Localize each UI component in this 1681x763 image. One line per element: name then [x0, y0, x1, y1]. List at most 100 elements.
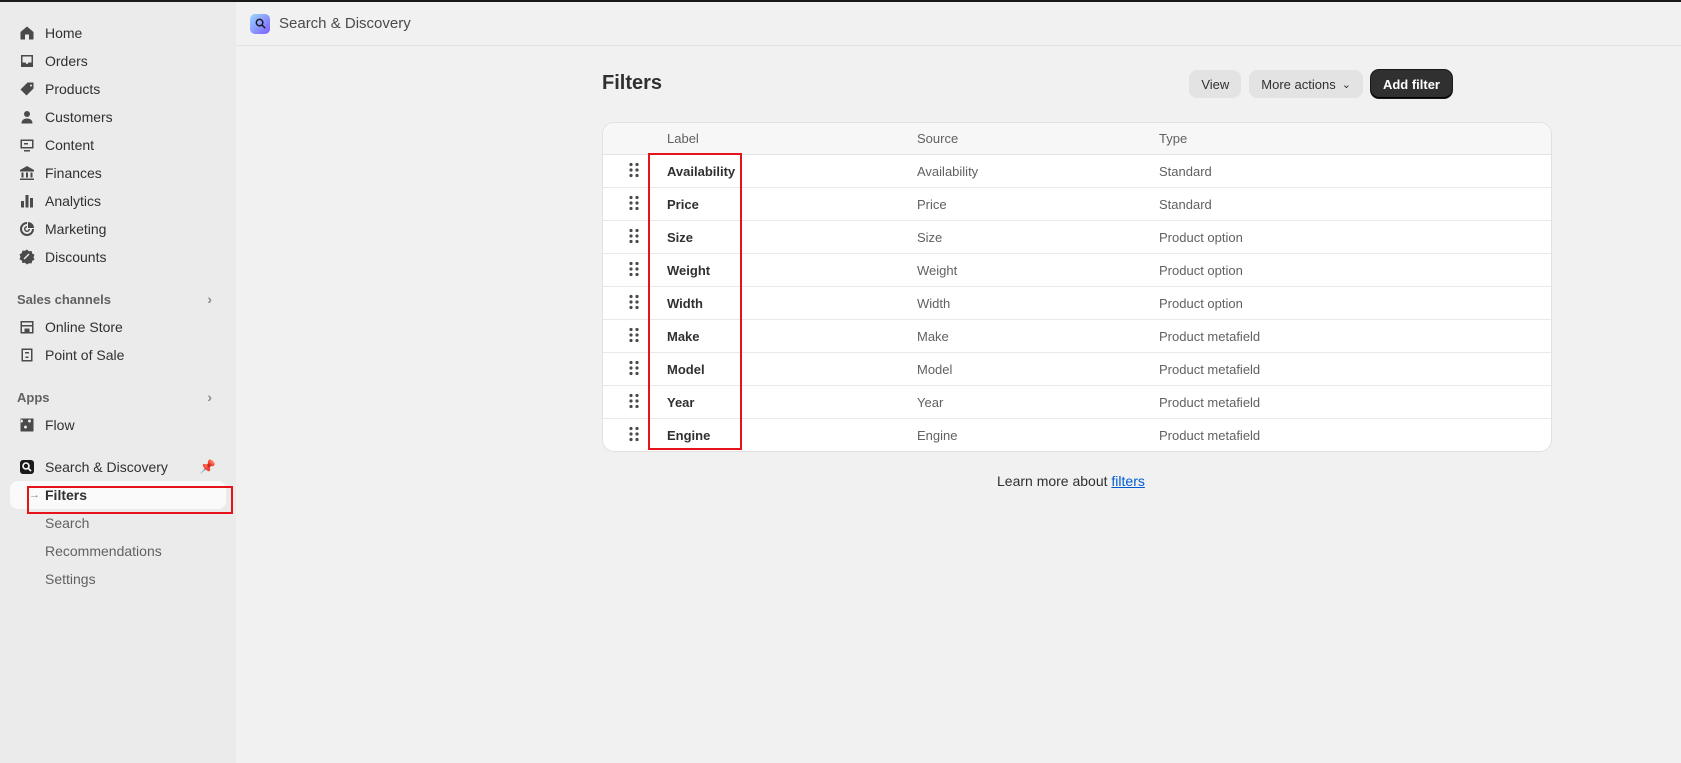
cell-label: Make: [667, 328, 700, 344]
bank-icon: [17, 163, 37, 183]
sidebar-item-online-store[interactable]: Online Store: [0, 313, 236, 341]
sidebar-item-customers[interactable]: Customers: [0, 103, 236, 131]
discount-icon: [17, 247, 37, 267]
arrow-right-icon: →: [29, 489, 40, 501]
target-icon: [17, 219, 37, 239]
cell-label: Model: [667, 361, 705, 377]
sidebar-item-flow[interactable]: Flow: [0, 411, 236, 439]
cell-label: Price: [667, 196, 699, 212]
sidebar-item-label: Products: [45, 81, 101, 97]
sidebar-item-content[interactable]: Content: [0, 131, 236, 159]
sidebar-item-finances[interactable]: Finances: [0, 159, 236, 187]
content-icon: [17, 135, 37, 155]
drag-handle-icon[interactable]: [628, 393, 640, 412]
cell-type: Product option: [1159, 262, 1243, 278]
cell-type: Product metafield: [1159, 428, 1261, 443]
sidebar-item-label: Search & Discovery: [45, 459, 168, 475]
cell-label: Year: [667, 394, 695, 410]
sidebar-item-discounts[interactable]: Discounts: [0, 243, 236, 271]
sidebar-item-label: Customers: [45, 109, 113, 125]
sidebar-subitem-settings[interactable]: Settings: [0, 565, 236, 593]
table-row[interactable]: Model Model Product metafield: [603, 353, 1551, 386]
filters-help-link[interactable]: filters: [1111, 473, 1144, 489]
column-header-source: Source: [917, 131, 959, 146]
apps-header[interactable]: Apps ›: [0, 383, 236, 411]
cell-label: Size: [667, 229, 694, 245]
sidebar-item-home[interactable]: Home: [0, 19, 236, 47]
drag-handle-icon[interactable]: [628, 294, 640, 313]
sidebar-item-point-of-sale[interactable]: Point of Sale: [0, 341, 236, 369]
table-row[interactable]: Price Price Standard: [603, 188, 1551, 221]
sidebar-subitem-filters[interactable]: → Filters: [10, 481, 226, 509]
sidebar-subitem-recommendations[interactable]: Recommendations: [0, 537, 236, 565]
cell-type: Standard: [1159, 163, 1212, 179]
sidebar-item-marketing[interactable]: Marketing: [0, 215, 236, 243]
view-button[interactable]: View: [1189, 70, 1242, 98]
sidebar-item-label: Point of Sale: [45, 347, 125, 363]
sidebar-item-label: Orders: [45, 53, 88, 69]
cell-type: Product metafield: [1159, 328, 1261, 344]
tag-icon: [17, 79, 37, 99]
bar-chart-icon: [17, 191, 37, 211]
sidebar-item-label: Discounts: [45, 249, 107, 265]
page-title: Filters: [602, 72, 663, 94]
cell-type: Product metafield: [1159, 394, 1261, 410]
search-discovery-logo-icon: [250, 13, 270, 34]
cell-source: Engine: [917, 428, 958, 443]
sidebar-item-label: Marketing: [45, 221, 107, 237]
add-filter-button[interactable]: Add filter: [1370, 70, 1452, 98]
chevron-right-icon: ›: [207, 389, 212, 405]
app-title: Search & Discovery: [279, 15, 411, 32]
cell-source: Price: [917, 196, 947, 212]
filters-table: Label Source Type Availability Availabili…: [602, 122, 1552, 452]
sidebar-item-search-discovery[interactable]: Search & Discovery 📌: [0, 453, 236, 481]
pos-icon: [17, 345, 37, 365]
cell-label: Engine: [667, 428, 711, 443]
cell-type: Product option: [1159, 229, 1243, 245]
cell-type: Standard: [1159, 196, 1212, 212]
drag-handle-icon[interactable]: [628, 261, 640, 280]
table-row[interactable]: Year Year Product metafield: [603, 386, 1551, 419]
sidebar-item-products[interactable]: Products: [0, 75, 236, 103]
drag-handle-icon[interactable]: [628, 327, 640, 346]
cell-source: Model: [917, 361, 953, 377]
table-row[interactable]: Engine Engine Product metafield: [603, 419, 1551, 451]
cell-type: Product option: [1159, 295, 1243, 311]
store-icon: [17, 317, 37, 337]
cell-label: Width: [667, 295, 703, 311]
drag-handle-icon[interactable]: [628, 228, 640, 247]
sidebar-item-label: Flow: [45, 417, 75, 433]
cell-source: Availability: [917, 163, 979, 179]
more-actions-button[interactable]: More actions ⌄: [1249, 70, 1363, 98]
drag-handle-icon[interactable]: [628, 162, 640, 181]
table-row[interactable]: Make Make Product metafield: [603, 320, 1551, 353]
drag-handle-icon[interactable]: [628, 426, 640, 445]
sidebar: Home Orders Products Customers Content F…: [0, 2, 236, 763]
sidebar-item-orders[interactable]: Orders: [0, 47, 236, 75]
cell-source: Width: [917, 295, 951, 311]
pin-icon[interactable]: 📌: [200, 459, 216, 475]
column-header-type: Type: [1159, 131, 1188, 146]
sidebar-item-label: Analytics: [45, 193, 102, 209]
table-row[interactable]: Size Size Product option: [603, 221, 1551, 254]
sidebar-item-analytics[interactable]: Analytics: [0, 187, 236, 215]
learn-more-text: Learn more about filters: [997, 473, 1145, 489]
drag-handle-icon[interactable]: [628, 195, 640, 214]
table-row[interactable]: Availability Availability Standard: [603, 155, 1551, 188]
sidebar-subitem-search[interactable]: Search: [0, 509, 236, 537]
table-row[interactable]: Width Width Product option: [603, 287, 1551, 320]
sidebar-item-label: Home: [45, 25, 83, 41]
drag-handle-icon[interactable]: [628, 360, 640, 379]
cell-source: Size: [917, 229, 943, 245]
sidebar-item-label: Finances: [45, 165, 102, 181]
cell-source: Make: [917, 328, 949, 344]
cell-label: Availability: [667, 163, 736, 179]
chevron-right-icon: ›: [207, 291, 212, 307]
flow-icon: [17, 415, 37, 435]
table-row[interactable]: Weight Weight Product option: [603, 254, 1551, 287]
cell-source: Weight: [917, 262, 958, 278]
table-body: Availability Availability Standard Price Pri…: [603, 155, 1551, 451]
sidebar-item-label: Online Store: [45, 319, 123, 335]
cell-label: Weight: [667, 262, 711, 278]
sales-channels-header[interactable]: Sales channels ›: [0, 285, 236, 313]
